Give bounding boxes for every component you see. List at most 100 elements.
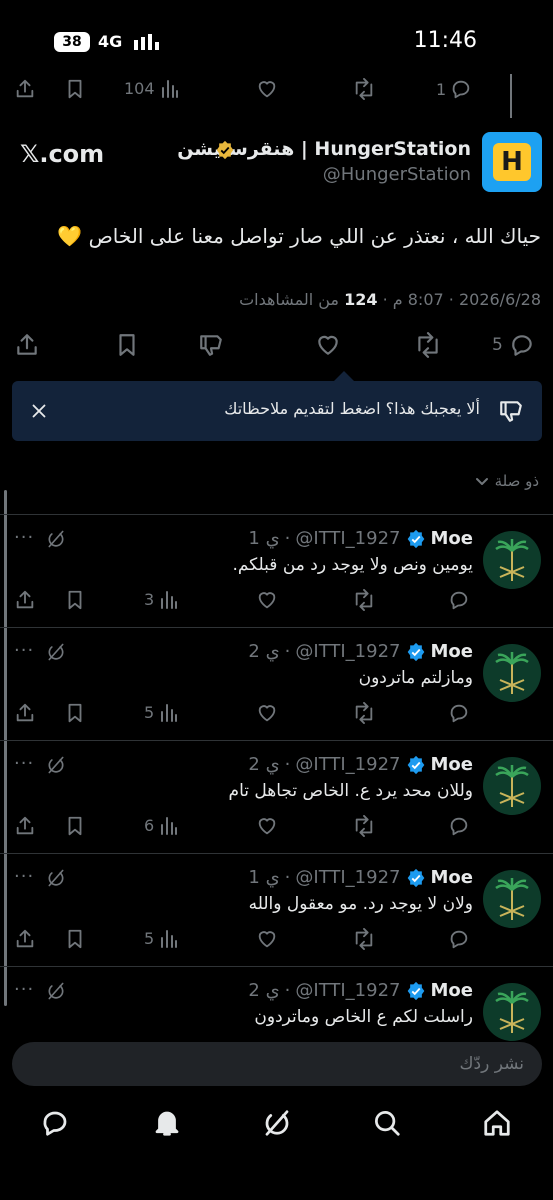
more-icon[interactable]: ···: [14, 640, 34, 661]
hungerstation-logo: H: [493, 143, 531, 181]
more-icon[interactable]: ···: [14, 753, 34, 774]
dislike-icon: [498, 398, 524, 424]
sort-dropdown[interactable]: ذو صلة: [475, 472, 539, 490]
like-icon[interactable]: [256, 815, 278, 837]
retweet-icon[interactable]: [414, 332, 442, 358]
retweet-icon[interactable]: [352, 78, 376, 100]
reply-handle[interactable]: @ITTI_1927: [295, 528, 400, 549]
retweet-icon[interactable]: [352, 928, 376, 950]
dislike-icon[interactable]: [198, 332, 224, 358]
tweet-actions: 5: [0, 330, 553, 360]
reply-item[interactable]: 2 ي · @ITTI_1927 Moe وللان محد يرد ع. ال…: [0, 740, 553, 853]
reply-header: 1 ي · @ITTI_1927 Moe: [248, 867, 473, 888]
more-icon[interactable]: ···: [14, 979, 34, 1000]
grok-icon[interactable]: [46, 981, 66, 1001]
reply-author-name[interactable]: Moe: [431, 867, 474, 888]
reply-author-name[interactable]: Moe: [431, 980, 474, 1001]
grok-icon[interactable]: [46, 529, 66, 549]
reply-text: ولان لا يوجد رد. مو معقول والله: [248, 894, 473, 914]
like-icon[interactable]: [314, 332, 342, 358]
reply-item[interactable]: 1 ي · @ITTI_1927 Moe يومين ونص ولا يوجد …: [0, 514, 553, 627]
views-button[interactable]: 104: [124, 78, 179, 98]
author-avatar[interactable]: H: [482, 132, 542, 192]
reply-author-name[interactable]: Moe: [431, 528, 474, 549]
reply-item[interactable]: 2 ي · @ITTI_1927 Moe ومازلتم ماتردون ···…: [0, 627, 553, 740]
more-icon[interactable]: ···: [14, 527, 34, 548]
reply-text: يومين ونص ولا يوجد رد من قبلكم.: [232, 555, 473, 575]
retweet-icon[interactable]: [352, 702, 376, 724]
notifications-icon[interactable]: [152, 1108, 182, 1138]
reply-handle[interactable]: @ITTI_1927: [295, 980, 400, 1001]
reply-icon[interactable]: [448, 702, 470, 724]
share-icon[interactable]: [14, 815, 36, 837]
views-button[interactable]: 5: [144, 702, 178, 722]
share-icon[interactable]: [14, 928, 36, 950]
reply-text: راسلت لكم ع الخاص وماتردون: [254, 1007, 473, 1027]
grok-icon[interactable]: [46, 755, 66, 775]
views-icon: [161, 78, 179, 98]
views-button[interactable]: 3: [144, 589, 178, 609]
reply-item[interactable]: 2 ي · @ITTI_1927 Moe راسلت لكم ع الخاص و…: [0, 966, 553, 1046]
bookmark-icon[interactable]: [64, 589, 86, 611]
grok-icon[interactable]: [46, 642, 66, 662]
search-icon[interactable]: [372, 1108, 402, 1138]
reply-handle[interactable]: @ITTI_1927: [295, 754, 400, 775]
verified-icon: [406, 981, 426, 1001]
reply-avatar[interactable]: [483, 757, 541, 815]
battery-indicator: 38: [54, 32, 90, 52]
reply-handle[interactable]: @ITTI_1927: [295, 867, 400, 888]
like-icon[interactable]: [256, 928, 278, 950]
bookmark-icon[interactable]: [64, 702, 86, 724]
reply-item[interactable]: 1 ي · @ITTI_1927 Moe ولان لا يوجد رد. مو…: [0, 853, 553, 966]
reply-avatar[interactable]: [483, 983, 541, 1041]
views-icon: [160, 589, 178, 609]
messages-icon[interactable]: [40, 1108, 70, 1138]
verified-icon: [406, 868, 426, 888]
like-icon[interactable]: [256, 702, 278, 724]
source-label[interactable]: 𝕏.com: [20, 140, 104, 168]
views-button[interactable]: 5: [144, 928, 178, 948]
reply-text: وللان محد يرد ع. الخاص تجاهل تام: [228, 781, 473, 801]
retweet-icon[interactable]: [352, 815, 376, 837]
home-icon[interactable]: [482, 1108, 512, 1138]
reply-button[interactable]: 1: [436, 78, 472, 100]
reply-icon: [450, 78, 472, 100]
verified-icon: [406, 642, 426, 662]
gold-verified-icon: [215, 140, 235, 160]
author-handle[interactable]: @HungerStation: [323, 164, 471, 185]
share-icon[interactable]: [14, 332, 40, 358]
reply-author-name[interactable]: Moe: [431, 754, 474, 775]
share-icon[interactable]: [14, 702, 36, 724]
share-icon[interactable]: [14, 589, 36, 611]
feedback-banner[interactable]: ألا يعجبك هذا؟ اضغط لتقديم ملاحظاتك: [12, 381, 542, 441]
bookmark-icon[interactable]: [64, 928, 86, 950]
reply-icon[interactable]: [448, 815, 470, 837]
grok-icon[interactable]: [262, 1108, 292, 1138]
views-button[interactable]: 6: [144, 815, 178, 835]
reply-avatar[interactable]: [483, 870, 541, 928]
reply-header: 2 ي · @ITTI_1927 Moe: [248, 641, 473, 662]
reply-author-name[interactable]: Moe: [431, 641, 474, 662]
bookmark-icon[interactable]: [114, 332, 140, 358]
reply-icon[interactable]: [448, 589, 470, 611]
more-icon[interactable]: ···: [14, 866, 34, 887]
reply-composer[interactable]: [12, 1042, 542, 1086]
close-icon[interactable]: [28, 400, 50, 422]
grok-icon[interactable]: [46, 868, 66, 888]
bookmark-icon[interactable]: [64, 78, 86, 100]
tweet-meta: 2026/6/28 · 8:07 م · 124 من المشاهدات: [239, 290, 541, 309]
bookmark-icon[interactable]: [64, 815, 86, 837]
reply-icon[interactable]: [448, 928, 470, 950]
share-icon[interactable]: [14, 78, 36, 100]
reply-handle[interactable]: @ITTI_1927: [295, 641, 400, 662]
reply-input[interactable]: [44, 1042, 524, 1086]
views-count[interactable]: 124: [344, 290, 377, 309]
like-icon[interactable]: [256, 589, 278, 611]
reply-avatar[interactable]: [483, 531, 541, 589]
reply-avatar[interactable]: [483, 644, 541, 702]
feedback-text: ألا يعجبك هذا؟ اضغط لتقديم ملاحظاتك: [224, 399, 480, 418]
like-icon[interactable]: [256, 78, 278, 100]
prev-tweet-actions: 104 1: [0, 74, 553, 118]
reply-button[interactable]: 5: [492, 332, 535, 358]
retweet-icon[interactable]: [352, 589, 376, 611]
